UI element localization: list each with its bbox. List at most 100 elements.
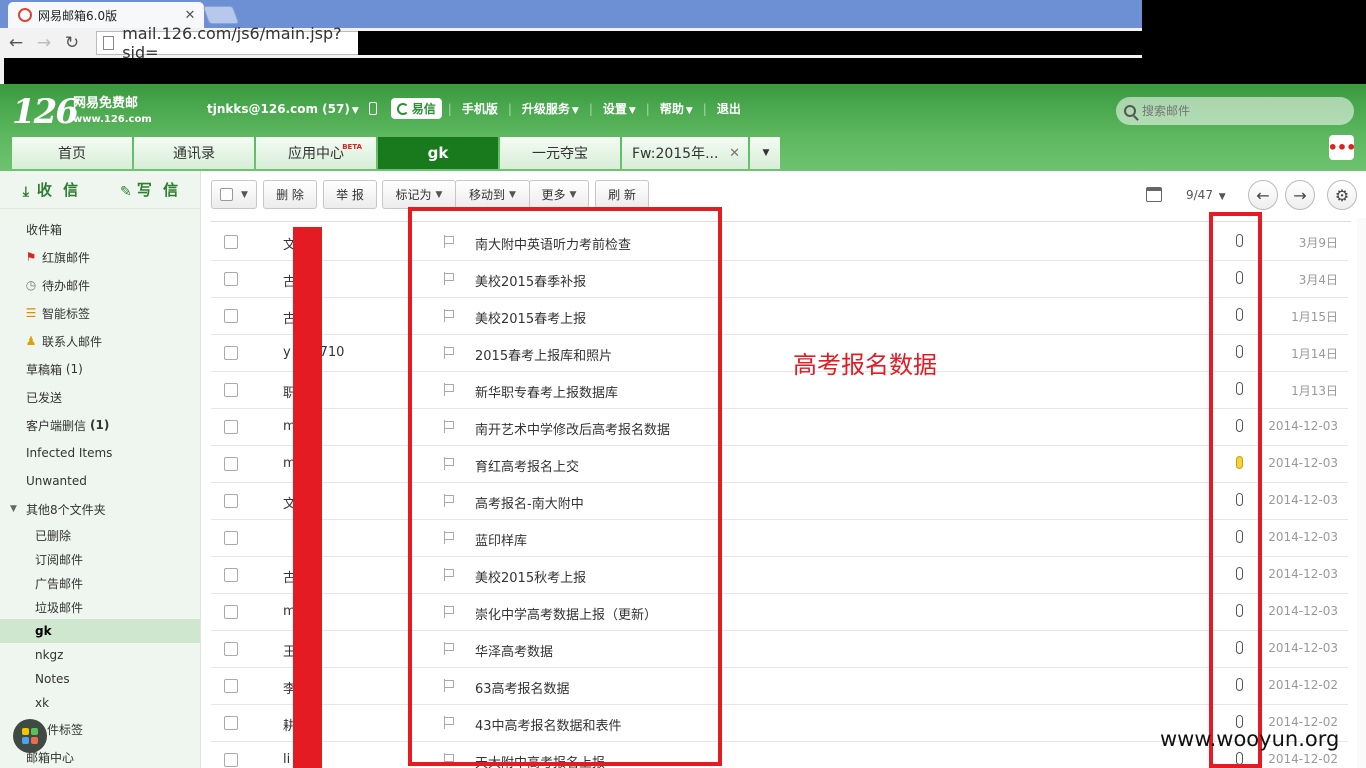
folder-contact-mail[interactable]: ♟ 联系人邮件	[0, 327, 200, 355]
folder-client-deleted[interactable]: 客户端删信 (1)	[0, 411, 200, 439]
mail-row[interactable]: 王 华泽高考数据 2014-12-03	[211, 631, 1348, 668]
row-checkbox[interactable]	[224, 457, 238, 471]
mail-row[interactable]: m 南开艺术中学修改后高考报名数据 2014-12-03	[211, 409, 1348, 446]
browser-tab-title: 网易邮箱6.0版	[38, 8, 118, 23]
app-grid-icon[interactable]	[13, 719, 47, 753]
folder-ads[interactable]: 广告邮件	[0, 571, 200, 595]
refresh-button[interactable]: 刷 新	[595, 180, 649, 209]
mark-as-dropdown[interactable]: 标记为 ▼	[382, 180, 456, 209]
next-page-button[interactable]: →	[1285, 180, 1315, 210]
reload-icon[interactable]: ↻	[60, 31, 84, 55]
row-checkbox[interactable]	[224, 642, 238, 656]
search-input[interactable]	[1142, 104, 1342, 118]
logo-126[interactable]: 126	[12, 92, 79, 132]
prev-page-button[interactable]: ←	[1248, 180, 1278, 210]
checkbox[interactable]	[220, 188, 234, 201]
mail-row[interactable]: 李 63高考报名数据 2014-12-02	[211, 668, 1348, 705]
grid-dot	[22, 728, 29, 735]
scrollbar[interactable]	[1357, 218, 1366, 768]
folder-deleted[interactable]: 已删除	[0, 523, 200, 547]
account-menu[interactable]: tjnkks@126.com (57) ▼	[203, 102, 363, 116]
mail-search[interactable]	[1116, 97, 1354, 125]
logout-link[interactable]: 退出	[713, 100, 745, 117]
tabs-overflow-button[interactable]: ▼	[750, 137, 780, 169]
row-checkbox[interactable]	[224, 679, 238, 693]
folder-xk[interactable]: xk	[0, 691, 200, 715]
back-arrow-icon[interactable]: ←	[4, 31, 28, 55]
folder-group-other[interactable]: ▼ 其他8个文件夹	[0, 495, 200, 523]
select-all-dropdown[interactable]: ▼	[211, 180, 257, 209]
folder-junk[interactable]: 垃圾邮件	[0, 595, 200, 619]
mail-row[interactable]: 古 美校2015春季补报 3月4日	[211, 261, 1348, 298]
folder-infected[interactable]: Infected Items	[0, 439, 200, 467]
row-checkbox[interactable]	[224, 309, 238, 323]
row-checkbox[interactable]	[224, 568, 238, 582]
more-options-icon[interactable]: •••	[1328, 135, 1356, 160]
row-checkbox[interactable]	[224, 420, 238, 434]
settings-menu[interactable]: 设置 ▼	[599, 100, 640, 117]
yixin-icon	[396, 102, 409, 115]
report-button[interactable]: 举 报	[323, 180, 377, 209]
folder-flagged[interactable]: ⚑ 红旗邮件	[0, 243, 200, 271]
list-settings-button[interactable]: ⚙	[1327, 180, 1357, 210]
pencil-icon: ✎	[120, 184, 132, 200]
mail-row[interactable]: 职专 新华职专春考上报数据库 1月13日	[211, 372, 1348, 409]
chevron-down-icon: ▼	[241, 189, 248, 200]
folder-gk[interactable]: gk	[0, 619, 200, 643]
mail-row[interactable]: 古 美校2015秋考上报 2014-12-03	[211, 557, 1348, 594]
help-menu[interactable]: 帮助 ▼	[656, 100, 697, 117]
row-checkbox[interactable]	[224, 494, 238, 508]
row-checkbox[interactable]	[224, 272, 238, 286]
mail-row[interactable]: 文 南大附中英语听力考前检查 3月9日	[211, 224, 1348, 261]
folder-todo[interactable]: ◷ 待办邮件	[0, 271, 200, 299]
chevron-down-icon: ▼	[1218, 192, 1226, 202]
delete-button[interactable]: 删 除	[263, 180, 317, 209]
row-checkbox[interactable]	[224, 235, 238, 249]
tab-contacts[interactable]: 通讯录	[134, 137, 254, 169]
calendar-icon[interactable]	[1146, 187, 1162, 202]
yixin-button[interactable]: 易信	[390, 98, 442, 119]
more-dropdown[interactable]: 更多 ▼	[529, 180, 589, 209]
folder-nkgz[interactable]: nkgz	[0, 643, 200, 667]
folder-smart-tags[interactable]: ☰ 智能标签	[0, 299, 200, 327]
folder-notes[interactable]: Notes	[0, 667, 200, 691]
tab-app-center[interactable]: 应用中心 BETA	[256, 137, 376, 169]
arrow-right-icon: →	[1293, 185, 1307, 205]
row-checkbox[interactable]	[224, 346, 238, 360]
upgrade-menu[interactable]: 升级服务 ▼	[518, 100, 583, 117]
mail-date: 2014-12-03	[1268, 456, 1338, 470]
close-icon[interactable]: ✕	[729, 146, 740, 161]
folder-subscriptions[interactable]: 订阅邮件	[0, 547, 200, 571]
address-bar[interactable]: mail.126.com/js6/main.jsp?sid=	[96, 24, 358, 62]
mail-row[interactable]: m 崇化中学高考数据上报（更新） 2014-12-03	[211, 594, 1348, 631]
tab-home[interactable]: 首页	[12, 137, 132, 169]
folder-drafts[interactable]: 草稿箱 (1)	[0, 355, 200, 383]
row-checkbox[interactable]	[224, 383, 238, 397]
row-checkbox[interactable]	[224, 716, 238, 730]
mail-row[interactable]: 文 高考报名-南大附中 2014-12-03	[211, 483, 1348, 520]
row-checkbox[interactable]	[224, 531, 238, 545]
phone-icon[interactable]	[368, 102, 377, 115]
compose-button[interactable]: ✎ 写 信	[100, 179, 200, 200]
tab-gk[interactable]: gk	[378, 137, 498, 169]
person-icon: ♟	[25, 334, 37, 348]
move-to-dropdown[interactable]: 移动到 ▼	[455, 180, 530, 209]
forward-arrow-icon[interactable]: →	[32, 31, 56, 55]
mail-row[interactable]: y 770710 2015春考上报库和照片 1月14日	[211, 335, 1348, 372]
mail-row[interactable]: 古 美校2015春考上报 1月15日	[211, 298, 1348, 335]
row-checkbox[interactable]	[224, 753, 238, 767]
folder-unwanted[interactable]: Unwanted	[0, 467, 200, 495]
chevron-down-icon: ▼	[435, 189, 443, 200]
receive-button[interactable]: ⤓ 收 信	[0, 179, 100, 200]
folder-inbox[interactable]: 收件箱	[0, 215, 200, 243]
row-checkbox[interactable]	[224, 605, 238, 619]
new-tab-button[interactable]	[202, 6, 240, 24]
mobile-version-link[interactable]: 手机版	[458, 100, 502, 117]
page-selector[interactable]: 9/47 ▼	[1186, 188, 1226, 202]
folder-sent[interactable]: 已发送	[0, 383, 200, 411]
tab-fw-mail[interactable]: Fw:2015年... ✕	[622, 137, 748, 169]
tab-treasure[interactable]: 一元夺宝	[500, 137, 620, 169]
mail-row[interactable]: 蓝印样库 2014-12-03	[211, 520, 1348, 557]
close-tab-icon[interactable]: ✕	[182, 8, 198, 23]
mail-row[interactable]: m 育红高考报名上交 2014-12-03	[211, 446, 1348, 483]
